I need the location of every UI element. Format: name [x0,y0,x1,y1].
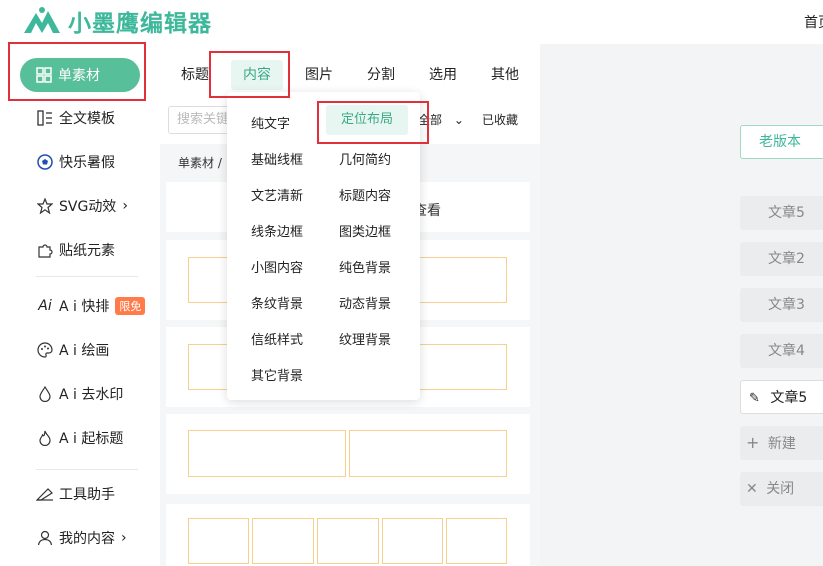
sidebar-item-label: 快乐暑假 [59,155,115,171]
template-frame [317,518,379,564]
top-header: 小墨鹰编辑器 首页 [0,0,823,44]
chevron-right-icon: › [121,530,127,546]
list-item[interactable] [166,504,530,566]
sidebar-divider [36,276,138,277]
menu-item-line-border[interactable]: 线条边框 [251,221,303,240]
breadcrumb: 单素材 / [178,156,222,170]
menu-item-fresh-style[interactable]: 文艺清新 [251,185,303,204]
sidebar-item-label: A i 绘画 [59,343,110,359]
eagle-logo-icon [24,7,60,33]
ruler-icon [36,485,54,503]
close-icon: ✕ [746,481,758,497]
template-icon [36,109,54,127]
menu-item-title-content[interactable]: 标题内容 [339,185,391,204]
tab-divider[interactable]: 分割 [360,60,402,90]
new-article-button[interactable]: + 新建 [740,426,823,460]
palette-icon [36,341,54,359]
new-article-label: 新建 [767,436,796,452]
sidebar-item-ai-paint[interactable]: A i 绘画 [36,340,109,360]
sidebar-divider [36,469,138,470]
edit-icon: ✎ [749,391,760,406]
logo-text: 小墨鹰编辑器 [68,11,212,37]
sidebar-item-svg[interactable]: SVG动效 › [36,196,128,216]
sidebar-item-label: A i 起标题 [59,431,124,447]
favorites-filter[interactable]: 已收藏 [482,106,518,134]
highlight-box-sidebar [8,42,146,101]
menu-item-geometric[interactable]: 几何简约 [339,149,391,168]
sidebar-item-my-content[interactable]: 我的内容 › [36,528,127,548]
flame-icon [36,429,54,447]
sidebar-item-ai-title[interactable]: A i 起标题 [36,428,123,448]
sidebar-item-full-template[interactable]: 全文模板 [36,108,115,128]
soccer-ball-icon [36,153,54,171]
close-article-label: 关闭 [766,481,795,497]
sidebar: 单素材 全文模板 快乐暑假 SVG动效 › 贴纸元素 Ai A i 快排 限免 … [0,44,160,566]
sidebar-item-ai-layout[interactable]: Ai A i 快排 限免 [36,296,146,316]
home-link[interactable]: 首页 [804,12,823,32]
menu-item-other-bg[interactable]: 其它背景 [251,365,303,384]
highlight-box-tab [209,51,290,98]
article-tab-active[interactable]: ✎ 文章5 [740,380,823,414]
old-version-button[interactable]: 老版本 [740,125,823,159]
menu-item-small-image-content[interactable]: 小图内容 [251,257,303,276]
chevron-right-icon: › [122,198,128,214]
list-item[interactable] [166,414,530,494]
sidebar-item-label: 工具助手 [59,487,115,503]
article-tab[interactable]: 文章4 [740,334,823,368]
template-frame [382,518,443,564]
article-tab[interactable]: 文章5 [740,196,823,230]
menu-item-basic-frame[interactable]: 基础线框 [251,149,303,168]
sidebar-item-tools[interactable]: 工具助手 [36,484,115,504]
free-badge: 限免 [115,297,146,315]
tab-other[interactable]: 其他 [484,60,526,90]
menu-item-texture-bg[interactable]: 纹理背景 [339,329,391,348]
template-frame [188,430,346,477]
article-tab[interactable]: 文章3 [740,288,823,322]
menu-item-image-border[interactable]: 图类边框 [339,221,391,240]
menu-item-plain-text[interactable]: 纯文字 [251,113,290,132]
template-frame [188,518,249,564]
close-article-button[interactable]: ✕ 关闭 [740,472,823,506]
tab-selection[interactable]: 选用 [422,60,464,90]
sidebar-item-label: A i 去水印 [59,387,124,403]
droplet-icon [36,385,54,403]
app-root: 小墨鹰编辑器 首页 单素材 全文模板 快乐暑假 SVG动效 › 贴纸元素 [0,0,823,566]
right-panel: 老版本 文章5 文章2 文章3 文章4 ✎ 文章5 + 新建 ✕ 关闭 [540,44,823,566]
article-tab-label: 文章5 [770,390,808,406]
template-frame [446,518,507,564]
menu-item-solid-bg[interactable]: 纯色背景 [339,257,391,276]
ai-icon: Ai [38,298,52,314]
logo[interactable]: 小墨鹰编辑器 [22,4,212,38]
template-frame [349,430,507,477]
sidebar-item-summer[interactable]: 快乐暑假 [36,152,115,172]
highlight-box-menu-item [317,101,429,144]
sidebar-item-label: A i 快排 [59,299,110,315]
sidebar-item-label: 贴纸元素 [59,243,115,259]
sidebar-item-ai-watermark[interactable]: A i 去水印 [36,384,123,404]
sidebar-item-label: 我的内容 [59,531,115,547]
puzzle-icon [36,241,54,259]
menu-item-stripe-bg[interactable]: 条纹背景 [251,293,303,312]
sidebar-item-stickers[interactable]: 贴纸元素 [36,240,115,260]
sidebar-item-label: 全文模板 [59,111,115,127]
chevron-down-icon: ⌄ [453,113,464,127]
user-icon [36,529,54,547]
menu-item-animated-bg[interactable]: 动态背景 [339,293,391,312]
sidebar-item-label: SVG动效 [59,199,117,215]
plus-icon: + [746,433,760,452]
tab-image[interactable]: 图片 [298,60,340,90]
star-outline-icon [36,197,54,215]
template-frame [252,518,314,564]
article-tab[interactable]: 文章2 [740,242,823,276]
menu-item-letter-paper[interactable]: 信纸样式 [251,329,303,348]
